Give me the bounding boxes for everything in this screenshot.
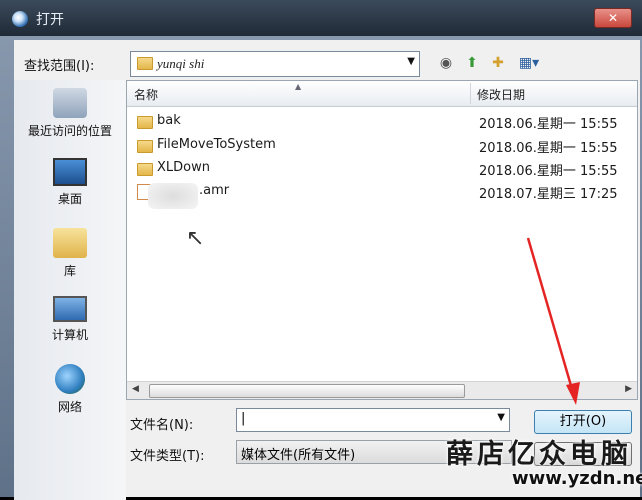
watermark-url: www.yzdn.net — [512, 468, 642, 489]
open-dialog-window: 打开 ✕ 查找范围(I): yunqi shi ▼ ◉ ⬆ ✚ ▦▾ 最近访问的… — [0, 0, 642, 500]
watermark-text: 薛店亿众电脑 — [446, 439, 632, 470]
annotation-arrow — [526, 237, 580, 405]
